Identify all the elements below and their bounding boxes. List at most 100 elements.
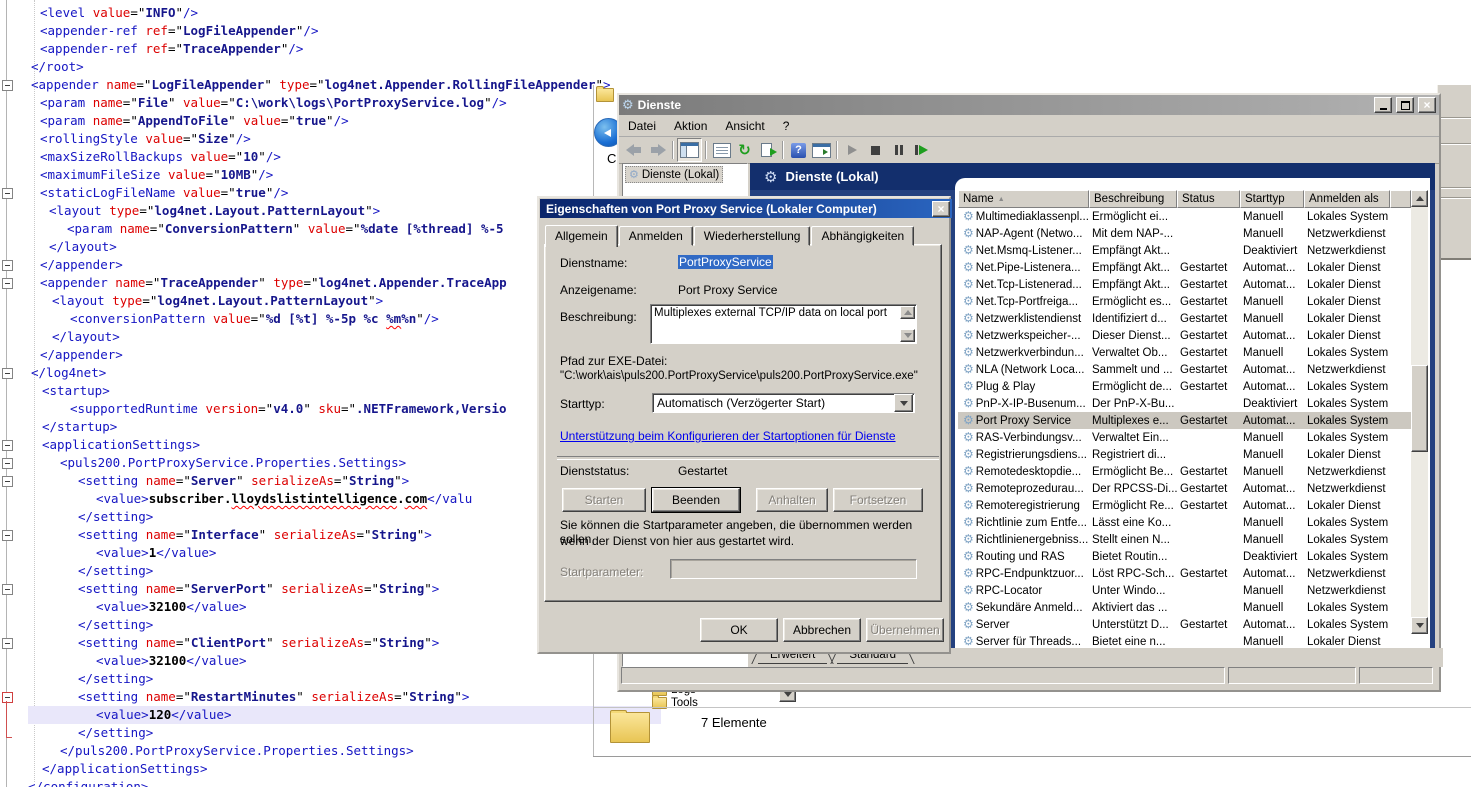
fold-toggle[interactable] bbox=[2, 368, 13, 379]
abbrechen-button[interactable]: Abbrechen bbox=[783, 618, 861, 642]
starten-button[interactable]: Starten bbox=[562, 488, 646, 512]
startparameter-input[interactable] bbox=[670, 559, 917, 579]
toolbar-button-action-pane[interactable] bbox=[810, 139, 833, 161]
service-row[interactable]: ⚙RPC-Endpunktzuor...Löst RPC-Sch...Gesta… bbox=[958, 565, 1411, 582]
toolbar-button-stop-service[interactable] bbox=[864, 139, 887, 161]
column-header-stub[interactable] bbox=[1390, 190, 1411, 208]
toolbar-button-refresh[interactable] bbox=[733, 139, 756, 161]
service-row[interactable]: ⚙Server für Threads...Bietet eine n...Ma… bbox=[958, 633, 1411, 648]
service-row[interactable]: ⚙ServerUnterstützt D...GestartetAutomat.… bbox=[958, 616, 1411, 633]
toolbar-button-start-service[interactable] bbox=[841, 139, 864, 161]
fold-toggle[interactable] bbox=[2, 260, 13, 271]
tree-item-dienste-lokal[interactable]: ⚙ Dienste (Lokal) bbox=[625, 166, 723, 183]
service-row[interactable]: ⚙Remotedesktopdie...Ermöglicht Be...Gest… bbox=[958, 463, 1411, 480]
services-titlebar[interactable]: ⚙ Dienste bbox=[619, 95, 1439, 115]
startoptions-help-link[interactable]: Unterstützung beim Konfigurieren der Sta… bbox=[560, 429, 896, 443]
toolbar-button-restart-service[interactable] bbox=[910, 139, 933, 161]
column-header-name[interactable]: Name▲ bbox=[958, 190, 1089, 208]
service-row[interactable]: ⚙Netzwerkverbindun...Verwaltet Ob...Gest… bbox=[958, 344, 1411, 361]
fold-toggle[interactable] bbox=[2, 530, 13, 541]
toolbar-button-properties[interactable] bbox=[710, 139, 733, 161]
service-row[interactable]: ⚙RPC-LocatorUnter Windo...ManuellNetzwer… bbox=[958, 582, 1411, 599]
anhalten-button[interactable]: Anhalten bbox=[756, 488, 828, 512]
tab-abhaengigkeiten[interactable]: Abhängigkeiten bbox=[811, 226, 914, 246]
code-line: </startup> bbox=[28, 418, 607, 436]
scroll-up-button[interactable] bbox=[900, 306, 915, 319]
tab-wiederherstellung[interactable]: Wiederherstellung bbox=[694, 226, 811, 246]
service-row[interactable]: ⚙Net.Pipe-Listenera...Empfängt Akt...Ges… bbox=[958, 259, 1411, 276]
maximize-icon[interactable] bbox=[1396, 97, 1414, 113]
service-starttype-cell: Automat... bbox=[1240, 415, 1304, 427]
fold-toggle[interactable] bbox=[2, 584, 13, 595]
column-header-beschreibung[interactable]: Beschreibung bbox=[1089, 190, 1177, 208]
dialog-title: Eigenschaften von Port Proxy Service (Lo… bbox=[546, 202, 932, 216]
service-row[interactable]: ⚙Registrierungsdiens...Registriert di...… bbox=[958, 446, 1411, 463]
close-icon[interactable] bbox=[932, 201, 950, 217]
ok-button[interactable]: OK bbox=[700, 618, 778, 642]
fold-toggle[interactable] bbox=[2, 458, 13, 469]
service-row[interactable]: ⚙Richtlinie zum Entfe...Lässt eine Ko...… bbox=[958, 514, 1411, 531]
dialog-titlebar[interactable]: Eigenschaften von Port Proxy Service (Lo… bbox=[540, 199, 952, 218]
service-row[interactable]: ⚙Port Proxy ServiceMultiplexes e...Gesta… bbox=[958, 412, 1411, 429]
service-row[interactable]: ⚙Net.Tcp-Portfreiga...Ermöglicht es...Ge… bbox=[958, 293, 1411, 310]
toolbar-button-show-tree[interactable] bbox=[677, 138, 702, 162]
service-row[interactable]: ⚙NAP-Agent (Netwo...Mit dem NAP-...Manue… bbox=[958, 225, 1411, 242]
fold-toggle-active[interactable] bbox=[2, 692, 13, 703]
menu-aktion[interactable]: Aktion bbox=[665, 117, 716, 135]
fold-toggle[interactable] bbox=[2, 440, 13, 451]
service-row[interactable]: ⚙Plug & PlayErmöglicht de...GestartetAut… bbox=[958, 378, 1411, 395]
service-gear-icon: ⚙ bbox=[963, 244, 974, 257]
service-row[interactable]: ⚙Sekundäre Anmeld...Aktiviert das ...Man… bbox=[958, 599, 1411, 616]
scroll-down-button[interactable] bbox=[1411, 617, 1428, 634]
close-icon[interactable] bbox=[1418, 97, 1436, 113]
menu-hilfe[interactable]: ? bbox=[774, 117, 799, 135]
service-row[interactable]: ⚙PnP-X-IP-Busenum...Der PnP-X-Bu...Deakt… bbox=[958, 395, 1411, 412]
minimize-icon[interactable] bbox=[1374, 97, 1392, 113]
service-row[interactable]: ⚙Netzwerkspeicher-...Dieser Dienst...Ges… bbox=[958, 327, 1411, 344]
fold-toggle[interactable] bbox=[2, 476, 13, 487]
column-header-status[interactable]: Status bbox=[1177, 190, 1240, 208]
service-row[interactable]: ⚙Net.Tcp-Listenerad...Empfängt Akt...Ges… bbox=[958, 276, 1411, 293]
fold-toggle[interactable] bbox=[2, 188, 13, 199]
service-desc-cell: Ermöglicht de... bbox=[1089, 381, 1177, 393]
combo-dropdown-button[interactable] bbox=[894, 394, 913, 412]
column-header-starttyp[interactable]: Starttyp bbox=[1240, 190, 1304, 208]
tab-anmelden[interactable]: Anmelden bbox=[619, 226, 693, 246]
toolbar-button-export-list[interactable] bbox=[756, 139, 779, 161]
service-row[interactable]: ⚙Net.Msmq-Listener...Empfängt Akt...Deak… bbox=[958, 242, 1411, 259]
toolbar-button-help[interactable] bbox=[787, 139, 810, 161]
fold-toggle[interactable] bbox=[2, 278, 13, 289]
beenden-button[interactable]: Beenden bbox=[652, 488, 740, 512]
toolbar-button-pause-service[interactable] bbox=[887, 139, 910, 161]
toolbar-button-back[interactable] bbox=[623, 139, 646, 161]
starttyp-combobox[interactable]: Automatisch (Verzögerter Start) bbox=[652, 393, 915, 413]
tab-allgemein[interactable]: Allgemein bbox=[545, 225, 618, 247]
service-row[interactable]: ⚙Richtlinienergebniss...Stellt einen N..… bbox=[958, 531, 1411, 548]
uebernehmen-button[interactable]: Übernehmen bbox=[866, 618, 944, 642]
service-logon-cell: Netzwerkdienst bbox=[1304, 228, 1411, 240]
code-line: </layout> bbox=[28, 328, 617, 346]
service-row[interactable]: ⚙Remoteprozedurau...Der RPCSS-Di...Gesta… bbox=[958, 480, 1411, 497]
service-gear-icon: ⚙ bbox=[963, 312, 974, 325]
column-header-anmelden-als[interactable]: Anmelden als bbox=[1304, 190, 1390, 208]
vertical-scrollbar[interactable] bbox=[1411, 190, 1428, 634]
beschreibung-textbox[interactable]: Multiplexes external TCP/IP data on loca… bbox=[650, 304, 917, 344]
menu-datei[interactable]: Datei bbox=[619, 117, 665, 135]
service-row[interactable]: ⚙NLA (Network Loca...Sammelt und ...Gest… bbox=[958, 361, 1411, 378]
toolbar-button-forward[interactable] bbox=[646, 139, 669, 161]
service-row[interactable]: ⚙Multimediaklassenpl...Ermöglicht ei...M… bbox=[958, 208, 1411, 225]
scroll-down-button[interactable] bbox=[900, 329, 915, 342]
service-gear-icon: ⚙ bbox=[963, 346, 974, 359]
fold-toggle[interactable] bbox=[2, 80, 13, 91]
scroll-up-button[interactable] bbox=[1411, 190, 1428, 207]
service-row[interactable]: ⚙Routing und RASBietet Routin...Deaktivi… bbox=[958, 548, 1411, 565]
scrollbar-thumb[interactable] bbox=[1411, 365, 1428, 452]
service-row[interactable]: ⚙RAS-Verbindungsv...Verwaltet Ein...Manu… bbox=[958, 429, 1411, 446]
service-name-cell: ⚙Remoteprozedurau... bbox=[958, 482, 1089, 495]
services-list-panel: Name▲BeschreibungStatusStarttypAnmelden … bbox=[955, 178, 1430, 648]
menu-ansicht[interactable]: Ansicht bbox=[716, 117, 773, 135]
fold-toggle[interactable] bbox=[2, 638, 13, 649]
fortsetzen-button[interactable]: Fortsetzen bbox=[833, 488, 923, 512]
service-row[interactable]: ⚙NetzwerklistendienstIdentifiziert d...G… bbox=[958, 310, 1411, 327]
service-row[interactable]: ⚙RemoteregistrierungErmöglicht Re...Gest… bbox=[958, 497, 1411, 514]
